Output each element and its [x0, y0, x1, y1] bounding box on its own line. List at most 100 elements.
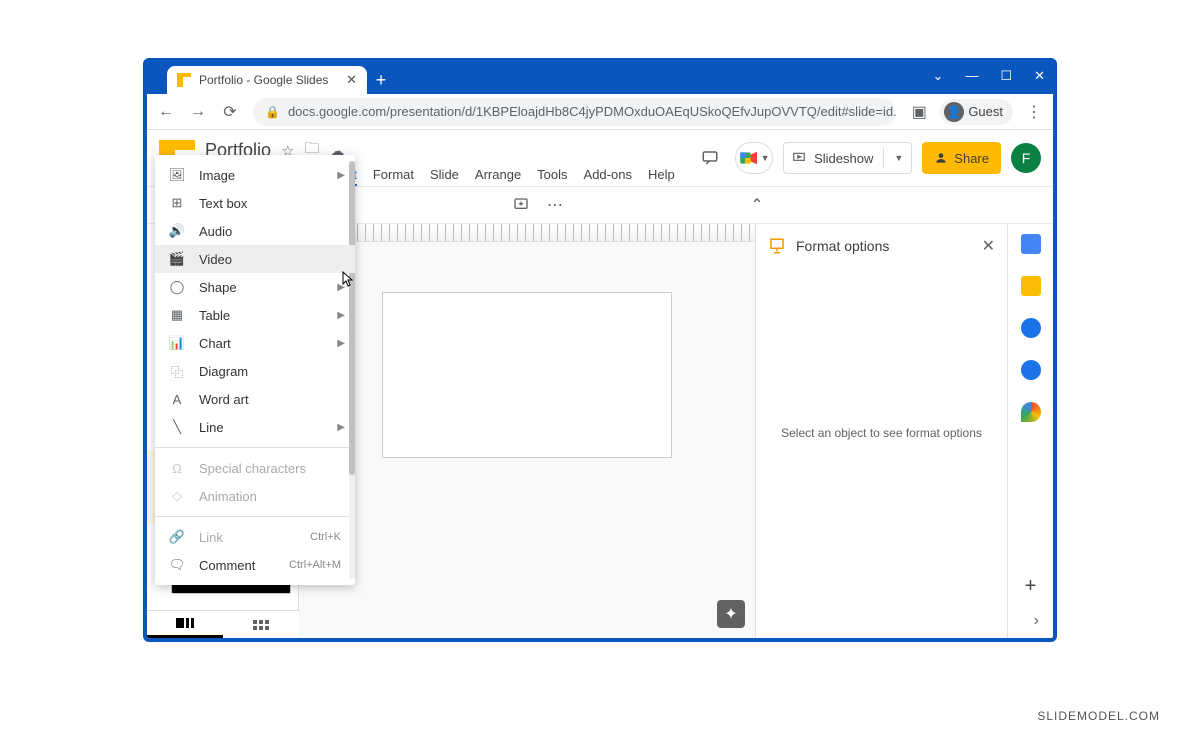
- insert-chart[interactable]: 📊 Chart ▶: [155, 329, 355, 357]
- window-close-icon[interactable]: ✕: [1034, 68, 1045, 84]
- window-minimize-icon[interactable]: —: [965, 68, 978, 84]
- reader-icon[interactable]: ▣: [910, 102, 928, 122]
- submenu-arrow-icon: ▶: [337, 170, 345, 181]
- menu-item-label: Comment: [199, 558, 255, 573]
- slide-canvas-area[interactable]: ✦: [299, 224, 755, 638]
- insert-line[interactable]: ╲Line▶: [155, 413, 355, 441]
- menu-item-label: Video: [199, 252, 232, 267]
- lock-icon: 🔒: [265, 105, 280, 119]
- menu-item-label: Audio: [199, 224, 232, 239]
- insert-word-art[interactable]: A Word art: [155, 385, 355, 413]
- browser-url-bar: ← → ⟳ 🔒 docs.google.com/presentation/d/1…: [147, 94, 1053, 130]
- insert-image[interactable]: 🖼 Image ▶: [155, 161, 355, 189]
- maps-icon[interactable]: [1021, 402, 1041, 422]
- shortcut-label: Ctrl+K: [310, 531, 341, 543]
- nav-forward-icon[interactable]: →: [189, 103, 207, 121]
- menu-slide[interactable]: Slide: [430, 167, 459, 186]
- nav-reload-icon[interactable]: ⟳: [221, 102, 239, 122]
- mouse-cursor-icon: [339, 270, 355, 294]
- textbox-icon: ⊞: [169, 195, 185, 211]
- slideshow-button[interactable]: Slideshow ▼: [783, 142, 912, 174]
- watermark: SLIDEMODEL.COM: [1037, 709, 1160, 723]
- menu-item-label: Chart: [199, 336, 231, 351]
- format-panel-empty-text: Select an object to see format options: [768, 426, 995, 440]
- menu-arrange[interactable]: Arrange: [475, 167, 521, 186]
- user-avatar[interactable]: F: [1011, 143, 1041, 173]
- insert-diagram[interactable]: ⿻ Diagram: [155, 357, 355, 385]
- address-bar[interactable]: 🔒 docs.google.com/presentation/d/1KBPElo…: [253, 98, 896, 126]
- side-panel-collapse-icon[interactable]: ›: [1034, 612, 1039, 630]
- browser-titlebar: Portfolio - Google Slides ✕ + ⌄ — ☐ ✕: [147, 62, 1053, 94]
- menu-format[interactable]: Format: [373, 167, 414, 186]
- insert-shape[interactable]: ◯Shape▶: [155, 273, 355, 301]
- menu-add-ons[interactable]: Add-ons: [584, 167, 632, 186]
- insert-video[interactable]: 🎬Video: [155, 245, 355, 273]
- calendar-icon[interactable]: [1021, 234, 1041, 254]
- explore-button[interactable]: ✦: [717, 600, 745, 628]
- insert-animation: ◇ Animation: [155, 482, 355, 510]
- table-icon: ▦: [169, 307, 185, 323]
- meet-button[interactable]: ▼: [735, 142, 773, 174]
- image-icon: 🖼: [169, 167, 185, 183]
- comment-add-button[interactable]: [507, 191, 535, 219]
- comment-icon: 🗨: [169, 557, 185, 573]
- menu-item-label: Link: [199, 530, 223, 545]
- submenu-arrow-icon: ▶: [337, 422, 345, 433]
- tasks-icon[interactable]: [1021, 318, 1041, 338]
- slideshow-dropdown-icon[interactable]: ▼: [894, 153, 903, 163]
- filmstrip-view-button[interactable]: [147, 611, 223, 638]
- contacts-icon[interactable]: [1021, 360, 1041, 380]
- format-panel-title: Format options: [796, 238, 972, 254]
- collapse-toolbar-icon[interactable]: ⌃: [743, 191, 771, 219]
- tab-close-icon[interactable]: ✕: [346, 72, 357, 88]
- insert-table[interactable]: ▦ Table ▶: [155, 301, 355, 329]
- menu-item-label: Text box: [199, 196, 247, 211]
- insert-comment[interactable]: 🗨 Comment Ctrl+Alt+M: [155, 551, 355, 579]
- slides-favicon: [177, 73, 191, 87]
- slide-canvas[interactable]: [382, 292, 672, 458]
- chart-icon: 📊: [169, 335, 185, 351]
- menu-item-label: Special characters: [199, 461, 306, 476]
- nav-back-icon[interactable]: ←: [157, 103, 175, 121]
- share-button[interactable]: Share: [922, 142, 1001, 174]
- animation-icon: ◇: [169, 488, 185, 504]
- menu-item-label: Animation: [199, 489, 257, 504]
- insert-menu-dropdown: 🖼 Image ▶ ⊞ Text box 🔊 Audio 🎬Video ◯ Shape ▶ ▦ Tabl…: [155, 155, 355, 585]
- wordart-icon: A: [169, 392, 185, 407]
- menu-help[interactable]: Help: [648, 167, 675, 186]
- add-on-plus-icon[interactable]: +: [1025, 575, 1037, 598]
- view-switcher: [147, 610, 299, 638]
- shortcut-label: Ctrl+Alt+M: [289, 559, 341, 571]
- menu-item-label: Word art: [199, 392, 249, 407]
- special-icon: Ω: [169, 461, 185, 476]
- browser-tab[interactable]: Portfolio - Google Slides ✕: [167, 66, 367, 94]
- keep-icon[interactable]: [1021, 276, 1041, 296]
- submenu-arrow-icon: ▶: [337, 338, 345, 349]
- audio-icon: 🔊: [169, 223, 185, 239]
- submenu-arrow-icon: ▶: [337, 310, 345, 321]
- format-panel-close-icon[interactable]: ✕: [982, 236, 995, 256]
- menu-item-label: Shape: [199, 280, 237, 295]
- insert-special-characters: Ω Special characters: [155, 454, 355, 482]
- guest-chip[interactable]: 👤 Guest: [940, 99, 1013, 125]
- menu-tools[interactable]: Tools: [537, 167, 567, 186]
- window-maximize-icon[interactable]: ☐: [1000, 68, 1012, 84]
- menu-item-label: Image: [199, 168, 235, 183]
- link-icon: 🔗: [169, 529, 185, 545]
- insert-audio[interactable]: 🔊 Audio: [155, 217, 355, 245]
- format-options-panel: Format options ✕ Select an object to see…: [755, 224, 1007, 638]
- browser-menu-icon[interactable]: ⋮: [1025, 102, 1043, 122]
- grid-view-button[interactable]: [223, 611, 299, 638]
- url-text: docs.google.com/presentation/d/1KBPEloaj…: [288, 104, 896, 119]
- diagram-icon: ⿻: [169, 362, 185, 381]
- insert-text-box[interactable]: ⊞ Text box: [155, 189, 355, 217]
- window-dropdown-icon[interactable]: ⌄: [933, 68, 944, 84]
- menu-item-label: Table: [199, 308, 230, 323]
- comments-icon[interactable]: [695, 143, 725, 173]
- toolbar-more-icon[interactable]: ⋯: [541, 191, 569, 219]
- side-panel: + ›: [1007, 224, 1053, 638]
- shape-icon: ◯: [169, 279, 185, 295]
- ruler: [299, 224, 755, 242]
- menu-item-label: Diagram: [199, 364, 248, 379]
- new-tab-button[interactable]: +: [367, 66, 395, 94]
